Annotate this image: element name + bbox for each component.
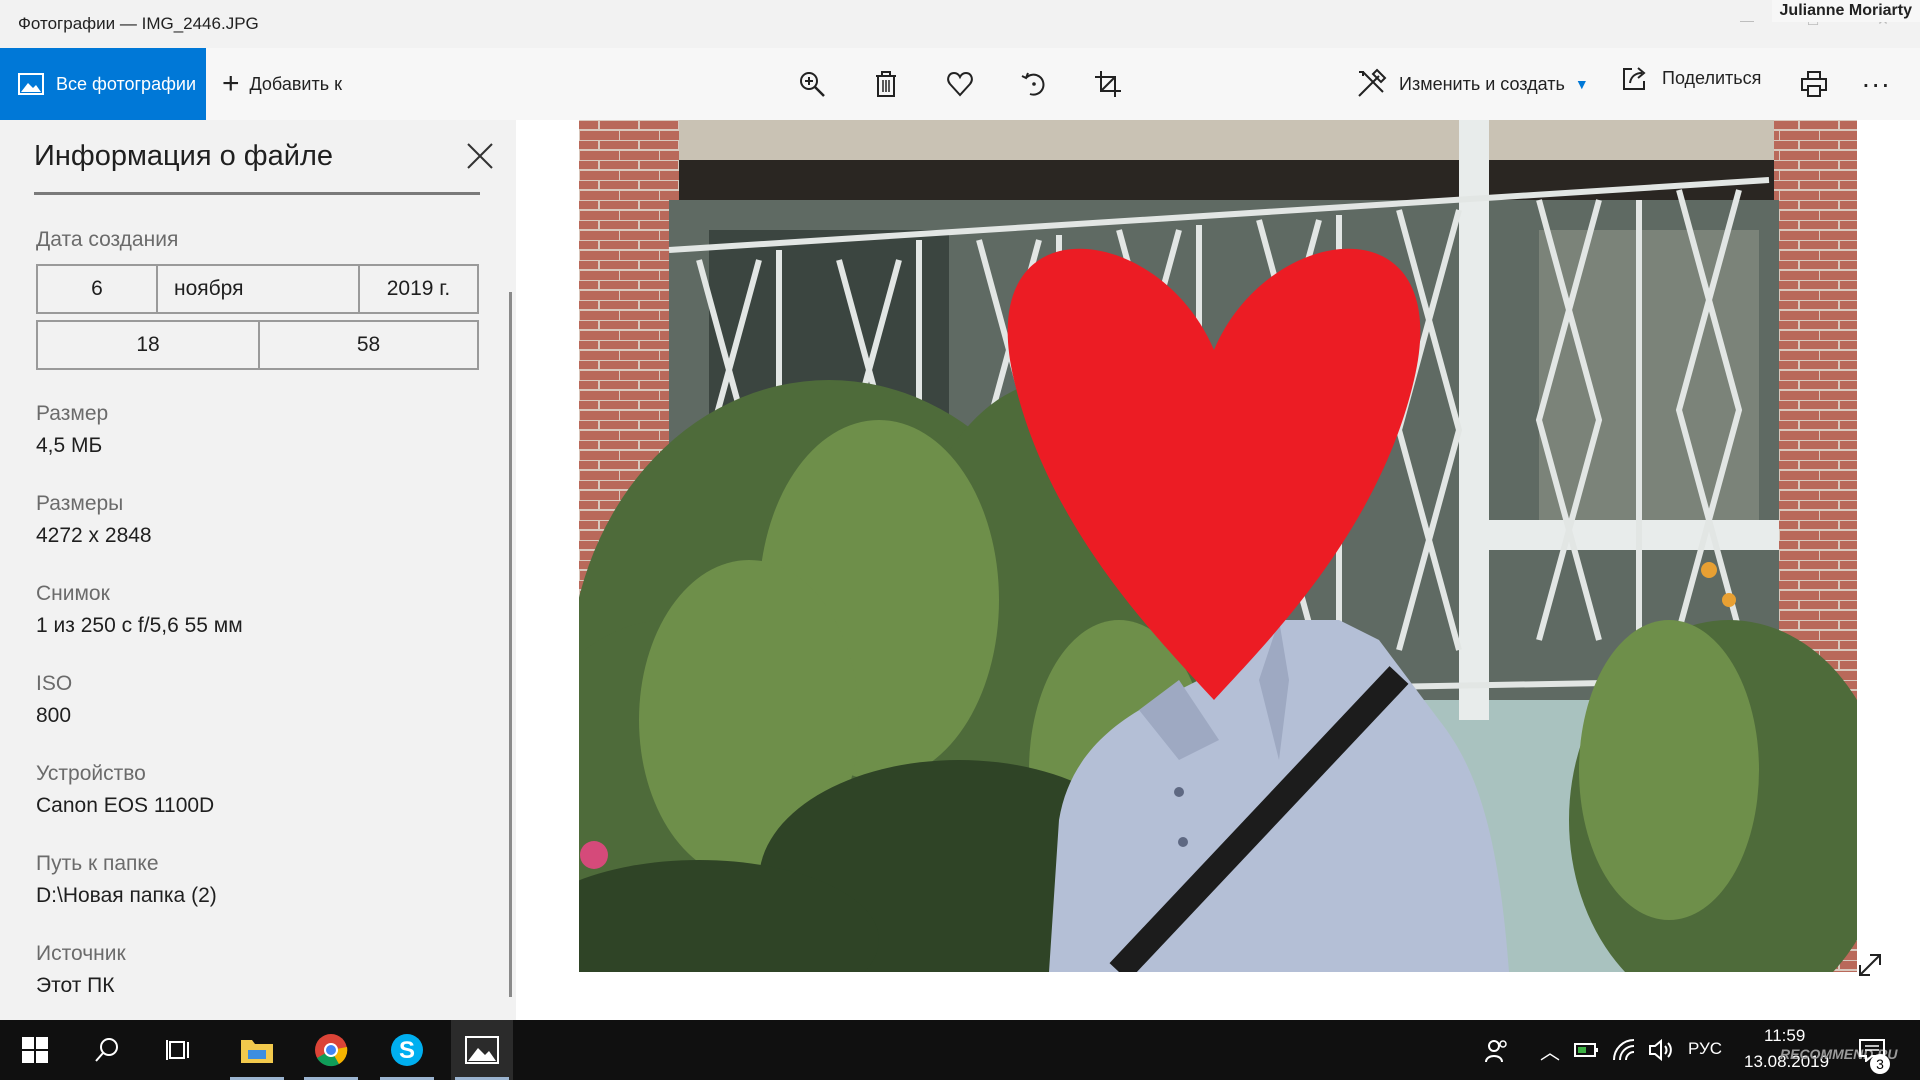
field-label: Размеры (36, 492, 124, 515)
edit-create-button[interactable]: Изменить и создать ▼ (1355, 48, 1589, 120)
rotate-button[interactable] (1014, 64, 1054, 104)
chrome-icon (315, 1034, 348, 1067)
skype-icon: S (391, 1034, 423, 1066)
more-options-button[interactable]: ... (1862, 62, 1891, 94)
field-label: ISO (36, 672, 73, 695)
date-picker[interactable]: 6 ноября 2019 г. (36, 264, 479, 314)
title-bar: Фотографии — IMG_2446.JPG — ☐ ✕ Julianne… (0, 0, 1920, 48)
info-field: ISO 800 (36, 672, 72, 728)
time-picker[interactable]: 18 58 (36, 320, 479, 370)
info-field: Размеры 4272 x 2848 (36, 492, 152, 548)
task-view-icon (166, 1040, 189, 1060)
taskbar-chrome[interactable] (300, 1020, 362, 1080)
taskbar-skype[interactable]: S (376, 1020, 438, 1080)
field-label: Устройство (36, 762, 146, 785)
day-field[interactable]: 6 (38, 266, 156, 312)
field-value: 4272 x 2848 (36, 524, 152, 547)
user-name: Julianne Moriarty (1771, 0, 1920, 22)
search-icon (95, 1038, 118, 1062)
edit-create-icon (1358, 68, 1387, 97)
expand-icon[interactable] (1855, 950, 1885, 980)
people-icon[interactable] (1484, 1038, 1510, 1064)
taskbar-photos[interactable] (451, 1020, 513, 1080)
minimize-button[interactable]: — (1724, 12, 1770, 38)
date-created-label-wrap: Дата создания (36, 228, 178, 252)
field-value: D:\Новая папка (2) (36, 884, 217, 907)
info-field: Источник Этот ПК (36, 942, 126, 998)
add-to-label: Добавить к (249, 73, 342, 94)
photos-app-icon (465, 1036, 499, 1064)
close-icon[interactable] (464, 140, 496, 172)
favorite-button[interactable] (940, 64, 980, 104)
share-button[interactable]: Поделиться (1622, 48, 1761, 108)
field-value: Canon EOS 1100D (36, 794, 215, 817)
zoom-in-icon (800, 72, 825, 97)
field-value: 800 (36, 704, 72, 727)
info-field: Путь к папке D:\Новая папка (2) (36, 852, 217, 908)
crop-icon (1095, 71, 1121, 97)
windows-icon (22, 1037, 48, 1063)
field-value: 1 из 250 с f/5,6 55 мм (36, 614, 243, 637)
plus-icon: + (222, 67, 240, 100)
info-field: Размер 4,5 МБ (36, 402, 108, 458)
all-photos-label: Все фотографии (56, 73, 197, 94)
field-value: Этот ПК (36, 974, 115, 997)
field-label: Снимок (36, 582, 110, 605)
language-indicator[interactable]: РУС (1688, 1039, 1722, 1059)
year-field[interactable]: 2019 г. (358, 266, 477, 312)
scrollbar[interactable] (509, 292, 512, 997)
photo-image (579, 120, 1857, 972)
all-photos-button[interactable]: Все фотографии (0, 48, 206, 120)
taskbar: S ︿ РУС 11:59 13.08.2019 RECOMMEND.RU 3 (0, 1020, 1920, 1080)
panel-title: Информация о файле (34, 140, 334, 172)
info-field: Устройство Canon EOS 1100D (36, 762, 214, 818)
month-field[interactable]: ноября (156, 266, 358, 312)
toolbar: Все фотографии + Добавить к Изменить и с… (0, 48, 1920, 120)
field-label: Размер (36, 402, 109, 425)
folder-icon (241, 1040, 273, 1063)
notification-badge: 3 (1870, 1054, 1890, 1074)
zoom-in-button[interactable] (792, 64, 832, 104)
date-created-label: Дата создания (36, 228, 179, 251)
photo-icon (18, 73, 44, 95)
minute-field[interactable]: 58 (258, 322, 477, 368)
photo-view[interactable] (579, 120, 1857, 972)
info-field: Снимок 1 из 250 с f/5,6 55 мм (36, 582, 243, 638)
share-icon (1623, 67, 1646, 90)
trash-icon (876, 71, 896, 97)
volume-icon[interactable] (1648, 1038, 1674, 1062)
svg-text:S: S (399, 1037, 415, 1064)
search-button[interactable] (84, 1020, 130, 1080)
hour-field[interactable]: 18 (38, 322, 258, 368)
add-to-button[interactable]: + Добавить к (222, 48, 342, 120)
window-title: Фотографии — IMG_2446.JPG (18, 14, 259, 33)
crop-button[interactable] (1088, 64, 1128, 104)
field-value: 4,5 МБ (36, 434, 103, 457)
clock-time[interactable]: 11:59 (1764, 1026, 1805, 1046)
chevron-up-icon[interactable]: ︿ (1540, 1036, 1560, 1065)
battery-icon[interactable] (1574, 1040, 1600, 1060)
task-view-button[interactable] (156, 1020, 202, 1080)
chevron-down-icon: ▼ (1574, 76, 1589, 92)
title-divider (34, 192, 480, 195)
taskbar-file-explorer[interactable] (226, 1020, 288, 1080)
rotate-icon (1021, 72, 1045, 96)
wifi-icon[interactable] (1612, 1038, 1636, 1062)
heart-icon (947, 71, 973, 97)
file-info-panel: Информация о файле Дата создания 6 ноябр… (0, 120, 516, 1020)
field-label: Путь к папке (36, 852, 159, 875)
share-label: Поделиться (1662, 67, 1762, 88)
field-label: Источник (36, 942, 126, 965)
print-button[interactable] (1794, 64, 1834, 104)
delete-button[interactable] (866, 64, 906, 104)
print-icon (1801, 71, 1827, 97)
edit-create-label: Изменить и создать (1399, 73, 1565, 94)
start-button[interactable] (12, 1020, 58, 1080)
